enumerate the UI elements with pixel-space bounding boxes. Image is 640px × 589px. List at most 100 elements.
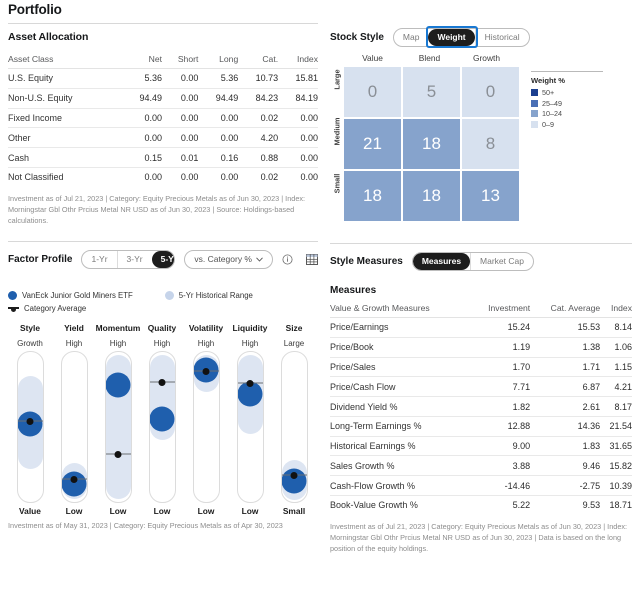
fund-marker: [61, 471, 87, 496]
style-measures-tab-measures[interactable]: Measures: [412, 253, 471, 270]
factor-gauge[interactable]: [104, 350, 132, 503]
style-box-cell[interactable]: 21: [344, 119, 401, 169]
factor-profile-section: Factor Profile 1-Yr3-Yr5-Yr vs. Category…: [8, 240, 318, 532]
col-index: Index: [278, 52, 318, 69]
cell-investment: 9.00: [470, 435, 531, 456]
style-box-row-label: Large: [330, 53, 344, 105]
style-measures-table: Value & Growth Measures Investment Cat. …: [330, 301, 632, 515]
cell-investment: 7.71: [470, 376, 531, 397]
row-label-text: Small: [332, 173, 342, 193]
legend-label: 25–49: [542, 98, 562, 108]
factor-name: Yield: [64, 322, 84, 333]
portfolio-page: Portfolio Asset Allocation Asset Class N…: [0, 0, 640, 589]
cell-investment: -14.46: [470, 475, 531, 496]
legend-title: Weight %: [531, 76, 566, 85]
factor-gauge[interactable]: [148, 350, 176, 503]
cell-index: 0.00: [278, 166, 318, 187]
style-box-column-labels: Value Blend Growth: [344, 53, 519, 67]
cell-net: 0.00: [122, 166, 163, 187]
cell-cat: 0.02: [238, 107, 279, 128]
factor-gauge[interactable]: [16, 350, 44, 503]
cell-label: Sales Growth %: [330, 455, 471, 476]
legend-row-average: Category Average: [8, 304, 318, 313]
info-icon[interactable]: [282, 254, 293, 265]
cell-short: 0.00: [162, 107, 199, 128]
factor-gauge[interactable]: [280, 350, 308, 503]
style-box-cell[interactable]: 18: [403, 171, 460, 221]
cell-index: 15.82: [600, 455, 632, 476]
compare-dropdown-label: vs. Category %: [194, 254, 252, 264]
stock-style-toggle[interactable]: Map Weight Historical: [392, 28, 530, 47]
cell-investment: 1.82: [470, 396, 531, 417]
style-box-cell[interactable]: 18: [403, 119, 460, 169]
factor-period-tab-5-yr[interactable]: 5-Yr: [151, 250, 175, 268]
cell-cat: 0.88: [238, 147, 279, 168]
factor-period-toggle[interactable]: 1-Yr3-Yr5-Yr: [81, 249, 176, 269]
cell-label: U.S. Equity: [8, 73, 54, 84]
factor-gauge[interactable]: [192, 350, 220, 503]
cell-net: 0.15: [122, 147, 163, 168]
style-measures-divider: [330, 243, 632, 244]
legend-items: 50+ 25–49 10–24 0–9: [531, 88, 603, 129]
factor-gauge[interactable]: [236, 350, 264, 503]
cell-cat: 4.20: [238, 127, 279, 148]
style-box-cell[interactable]: 18: [344, 171, 401, 221]
style-measures-header: Style Measures Measures Market Cap: [330, 252, 632, 271]
table-row: Price/Earnings 15.24 15.53 8.14: [330, 318, 632, 338]
style-box-cell[interactable]: 0: [344, 67, 401, 117]
factor-name: Liquidity: [232, 322, 268, 333]
factor-bottom-label: Low: [109, 505, 127, 516]
factor-profile-footnote: Investment as of May 31, 2023 | Category…: [8, 520, 283, 530]
cell-cat: 9.46: [530, 455, 601, 476]
style-box-cell[interactable]: 0: [462, 67, 519, 117]
style-measures-toggle[interactable]: Measures Market Cap: [411, 252, 534, 271]
cell-cat: 1.71: [530, 356, 601, 377]
category-average-marker: [61, 478, 87, 480]
cell-investment: 1.19: [470, 336, 531, 358]
page-title: Portfolio: [8, 2, 62, 17]
category-average-marker: [105, 453, 131, 454]
stock-style-tab-weight[interactable]: Weight: [428, 29, 475, 46]
col-measure: Value & Growth Measures: [330, 301, 471, 318]
factor-profile-heading: Factor Profile: [8, 253, 73, 265]
style-measures-tab-market-cap[interactable]: Market Cap: [470, 253, 533, 270]
stock-style-tab-map[interactable]: Map: [394, 29, 429, 46]
stock-style-header: Stock Style Map Weight Historical: [330, 26, 632, 48]
style-box-cell[interactable]: 13: [462, 171, 519, 221]
table-view-icon[interactable]: [306, 253, 318, 265]
factor-top-label: High: [109, 338, 127, 348]
factor-period-tab-1-yr[interactable]: 1-Yr: [82, 251, 116, 268]
cell-label: Long-Term Earnings %: [330, 415, 471, 437]
cell-investment: 1.70: [470, 356, 531, 377]
style-box-row-label: Small: [330, 157, 344, 209]
factor-name: Quality: [147, 322, 177, 333]
stock-style-tab-historical[interactable]: Historical: [474, 29, 529, 46]
factor-period-tab-3-yr[interactable]: 3-Yr: [116, 250, 152, 268]
table-header-row: Asset Class Net Short Long Cat. Index: [8, 52, 318, 69]
table-row: Cash 0.15 0.01 0.16 0.88 0.00: [8, 147, 318, 168]
factor-profile-divider: [8, 240, 318, 242]
cell-net: 5.36: [144, 73, 163, 84]
factor-bottom-label: Low: [197, 505, 215, 516]
factor-gauge[interactable]: [60, 350, 88, 503]
style-box-cell[interactable]: 5: [403, 67, 460, 117]
legend-item: 25–49: [531, 99, 603, 108]
factor-bottom-label: Value: [19, 505, 41, 516]
style-box-cell[interactable]: 8: [462, 119, 519, 169]
legend-item: 0–9: [531, 120, 603, 129]
cell-label: Historical Earnings %: [330, 435, 471, 456]
factor-name: Volatility: [188, 322, 224, 333]
factor-bottom-label: Small: [282, 505, 306, 516]
asset-allocation-footnote: Investment as of Jul 21, 2023 | Category…: [8, 193, 306, 225]
cell-label: Non-U.S. Equity: [8, 87, 123, 109]
cell-label: Fixed Income: [8, 107, 123, 128]
cell-index: 10.39: [600, 475, 632, 496]
cell-index: 15.81: [295, 73, 318, 84]
compare-dropdown[interactable]: vs. Category %: [184, 249, 273, 269]
style-box-cell-row: 050: [344, 67, 519, 117]
cell-long: 0.16: [198, 147, 239, 168]
factor-name: Momentum: [95, 322, 141, 333]
table-row: Price/Book 1.19 1.38 1.06: [330, 336, 632, 358]
factor-top-label: High: [65, 338, 83, 348]
factor-column: Style Growth Value: [8, 323, 52, 516]
